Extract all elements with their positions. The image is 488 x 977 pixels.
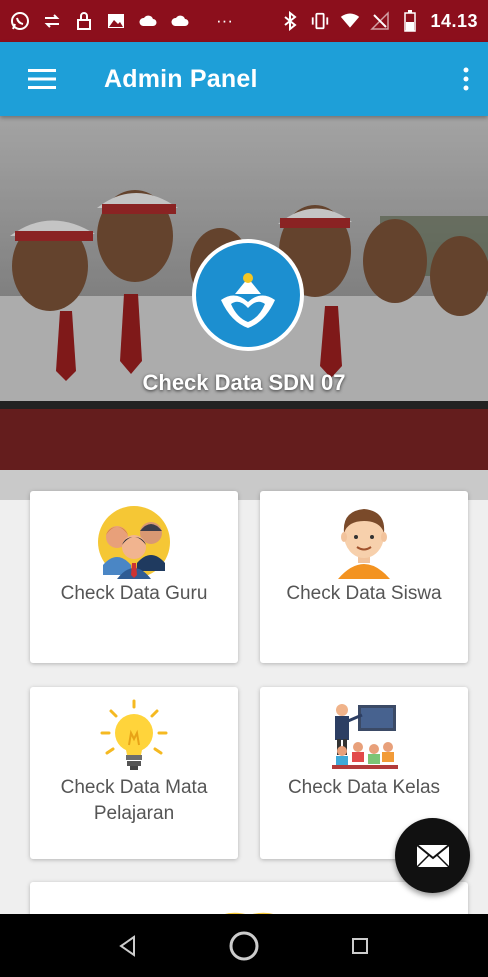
card-check-data-guru[interactable]: Check Data Guru: [30, 491, 238, 663]
overflow-indicator: ···: [216, 11, 233, 30]
hamburger-menu-icon[interactable]: [0, 42, 84, 116]
page-title: Admin Panel: [104, 64, 258, 93]
mail-icon: [415, 843, 450, 868]
status-bar: ··· 14.13: [0, 0, 488, 42]
back-icon[interactable]: [103, 921, 153, 971]
no-signal-icon: [370, 11, 390, 31]
card-check-data-siswa[interactable]: Check Data Siswa: [260, 491, 468, 663]
card-label-mata-pelajaran: Check Data Mata Pelajaran: [60, 777, 208, 824]
battery-icon: [400, 10, 420, 32]
app-bar: Admin Panel: [0, 42, 488, 116]
lock-icon: [74, 11, 94, 31]
card-label-kelas: Check Data Kelas: [287, 777, 441, 798]
wifi-icon: [340, 11, 360, 31]
mail-fab-button[interactable]: [395, 818, 470, 893]
classroom-icon: [328, 701, 400, 778]
vibrate-icon: [310, 11, 330, 31]
status-time: 14.13: [430, 10, 478, 31]
bluetooth-icon: [280, 11, 300, 31]
teachers-icon: [97, 505, 171, 584]
student-icon: [332, 503, 396, 586]
card-label-guru: Check Data Guru: [60, 583, 208, 604]
transfer-icon: [42, 11, 62, 31]
recents-icon[interactable]: [335, 921, 385, 971]
school-title: Check Data SDN 07: [142, 370, 346, 395]
gallery-icon: [106, 11, 126, 31]
lightbulb-icon: [99, 699, 169, 778]
home-icon[interactable]: [219, 921, 269, 971]
whatsapp-icon: [10, 11, 30, 31]
card-label-siswa: Check Data Siswa: [286, 583, 442, 604]
cloud-icon: [138, 11, 158, 31]
card-check-data-mata-pelajaran[interactable]: Check Data Mata Pelajaran: [30, 687, 238, 859]
cloud-icon: [170, 11, 190, 31]
system-nav-bar: [0, 914, 488, 977]
tut-wuri-handayani-logo: [191, 238, 305, 352]
more-vertical-icon[interactable]: [444, 42, 488, 116]
